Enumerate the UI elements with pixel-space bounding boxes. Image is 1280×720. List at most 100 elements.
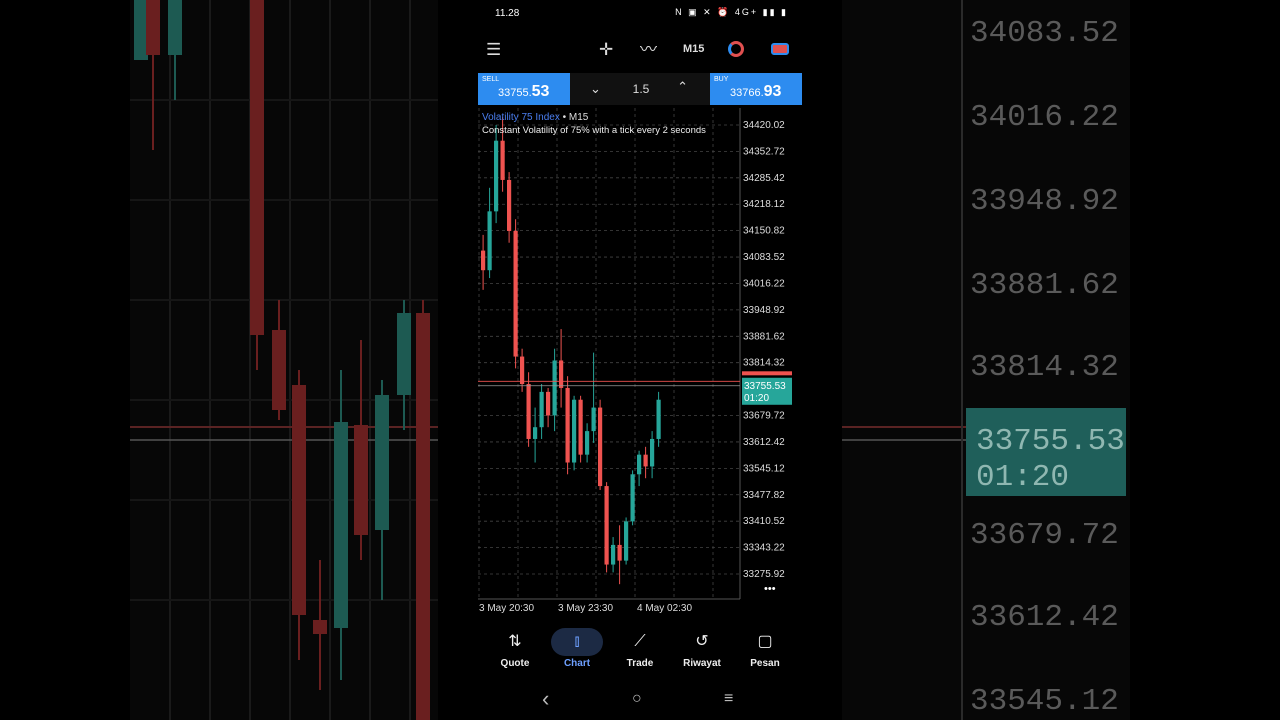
timeframe-clock-icon[interactable] <box>728 41 744 57</box>
messages-icon: ▢ <box>757 633 773 650</box>
crosshair-icon[interactable]: ✛ <box>599 40 613 60</box>
background-label: 33612.42 <box>970 600 1119 635</box>
price-tick-label: 33545.12 <box>743 463 785 474</box>
background-label: 33881.62 <box>970 268 1119 303</box>
price-tick-label: 33410.52 <box>743 516 785 527</box>
background-label: 33948.92 <box>970 184 1119 219</box>
nav-quote-label: Quote <box>500 658 530 669</box>
price-tick-label: 34083.52 <box>743 252 785 263</box>
candle-body <box>533 427 538 439</box>
price-tick-label: 33275.92 <box>743 569 785 580</box>
background-countdown-label: 01:20 <box>976 460 1070 495</box>
menu-icon[interactable]: ☰ <box>486 40 501 60</box>
chart-symbol-title: Volatility 75 Index • M15 <box>482 112 588 123</box>
background-candles-left <box>130 0 438 720</box>
background-price-label: 33755.53 <box>976 424 1125 459</box>
price-tick-label: 33343.22 <box>743 543 785 554</box>
chart-toolbar: ☰ ✛ 〰 M15 <box>478 34 802 66</box>
nav-chart[interactable]: ⫾ Chart <box>547 628 607 669</box>
price-tick-label: 33679.72 <box>743 411 785 422</box>
candle-body <box>546 391 551 416</box>
home-icon[interactable]: ○ <box>632 690 642 708</box>
candle-body <box>539 391 544 428</box>
background-label: 33814.32 <box>970 350 1119 385</box>
ask-price-marker <box>742 371 792 376</box>
price-tick-label: 34016.22 <box>743 278 785 289</box>
candle-body <box>552 360 557 416</box>
quote-arrows-icon: ⇅ <box>508 633 522 650</box>
price-tick-label: 33477.82 <box>743 490 785 501</box>
chevron-down-icon[interactable]: ⌄ <box>590 81 601 97</box>
background-chart-right: 34083.52 34016.22 33948.92 33881.62 3381… <box>842 0 1130 720</box>
candle-body <box>611 544 616 565</box>
background-candle-body <box>134 0 148 60</box>
candle-body <box>656 399 661 439</box>
current-price-label: 33755.53 <box>744 381 786 392</box>
price-tick-label: 33814.32 <box>743 358 785 369</box>
chart-canvas[interactable]: 34420.02 34352.72 34285.42 34218.12 34150.82… <box>478 108 802 620</box>
background-label: 33545.12 <box>970 684 1119 719</box>
background-candle-body <box>272 330 286 410</box>
candle-body <box>604 486 609 565</box>
buy-button[interactable]: BUY 33766.93 <box>710 73 802 105</box>
volume-value[interactable]: 1.5 <box>626 82 656 96</box>
candle-body <box>637 454 642 475</box>
candle-body <box>507 179 512 231</box>
price-tick-label: 33948.92 <box>743 305 785 316</box>
trade-line-icon: ⟋ <box>634 633 646 650</box>
price-tick-label: 34218.12 <box>743 199 785 210</box>
one-click-trade-bar: SELL 33755.53 ⌄ 1.5 ⌃ BUY 33766.93 <box>478 73 802 105</box>
nav-trade-label: Trade <box>626 658 654 669</box>
candle-body <box>565 387 570 463</box>
price-chart[interactable]: 34420.02 34352.72 34285.42 34218.12 34150.82… <box>478 108 802 620</box>
chart-title-separator: • <box>559 112 569 123</box>
nav-quote[interactable]: ⇅ Quote <box>485 628 545 669</box>
background-candle-body <box>375 395 389 530</box>
buy-price-big: 93 <box>763 83 782 100</box>
price-tick-label: 34420.02 <box>743 120 785 131</box>
system-navigation-bar: ‹ ○ ≡ <box>478 686 802 716</box>
sell-price-big: 53 <box>531 83 550 100</box>
candle-body <box>520 356 525 385</box>
status-bar: 11.28 N ▣ ✕ ⏰ 4G+ ▮▮ ▮ <box>478 0 802 28</box>
background-candle-body <box>354 425 368 535</box>
more-options-icon[interactable]: ••• <box>764 583 776 595</box>
history-icon: ↺ <box>695 633 709 650</box>
indicator-icon[interactable]: 〰 <box>640 40 657 60</box>
background-chart-left <box>130 0 438 720</box>
sell-price-main: 33755. <box>498 87 532 99</box>
nav-history[interactable]: ↺ Riwayat <box>672 628 732 669</box>
background-label: 34016.22 <box>970 100 1119 135</box>
candle-body <box>526 384 531 439</box>
nav-messages-label: Pesan <box>750 658 780 669</box>
back-icon[interactable]: ‹ <box>542 686 549 712</box>
nav-trade[interactable]: ⟋ Trade <box>610 628 670 669</box>
toggle-icon[interactable] <box>771 43 789 55</box>
candle-body <box>624 521 629 561</box>
time-axis-label: 3 May 23:30 <box>558 603 613 614</box>
sell-button[interactable]: SELL 33755.53 <box>478 73 570 105</box>
price-tick-label: 33881.62 <box>743 331 785 342</box>
timeframe-button[interactable]: M15 <box>683 43 704 55</box>
background-candle-body <box>397 313 411 395</box>
background-label: 33679.72 <box>970 518 1119 553</box>
background-candle-body <box>416 313 430 720</box>
volume-control: ⌄ 1.5 ⌃ <box>570 73 710 105</box>
price-tick-label: 34352.72 <box>743 146 785 157</box>
candle-body <box>513 230 518 357</box>
status-icons: N ▣ ✕ ⏰ 4G+ ▮▮ ▮ <box>675 7 788 17</box>
buy-label: BUY <box>714 76 729 83</box>
background-candle-body <box>146 0 160 55</box>
background-candle-body <box>292 385 306 615</box>
chevron-up-icon[interactable]: ⌃ <box>677 79 688 95</box>
candle-body <box>643 454 648 467</box>
background-label: 34083.52 <box>970 16 1119 51</box>
nav-messages[interactable]: ▢ Pesan <box>735 628 795 669</box>
candles-icon: ⫾ <box>551 628 603 656</box>
candle-body <box>572 399 577 463</box>
sell-price: 33755.53 <box>498 83 549 101</box>
time-axis-label: 4 May 02:30 <box>637 603 692 614</box>
candle-body <box>591 407 596 432</box>
candle-body <box>630 474 635 522</box>
recents-icon[interactable]: ≡ <box>724 690 733 708</box>
